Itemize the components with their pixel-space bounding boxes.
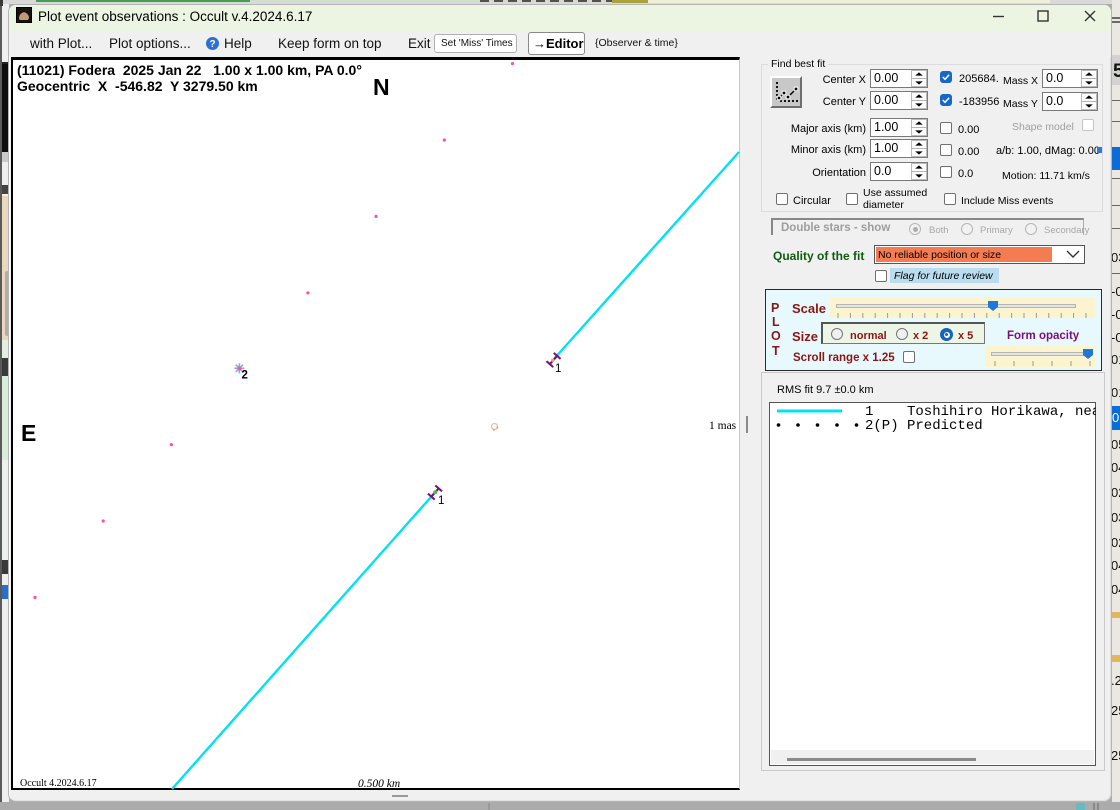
svg-text:1: 1 bbox=[438, 495, 444, 507]
svg-text:2: 2 bbox=[242, 370, 248, 382]
svg-text:1: 1 bbox=[555, 363, 561, 375]
